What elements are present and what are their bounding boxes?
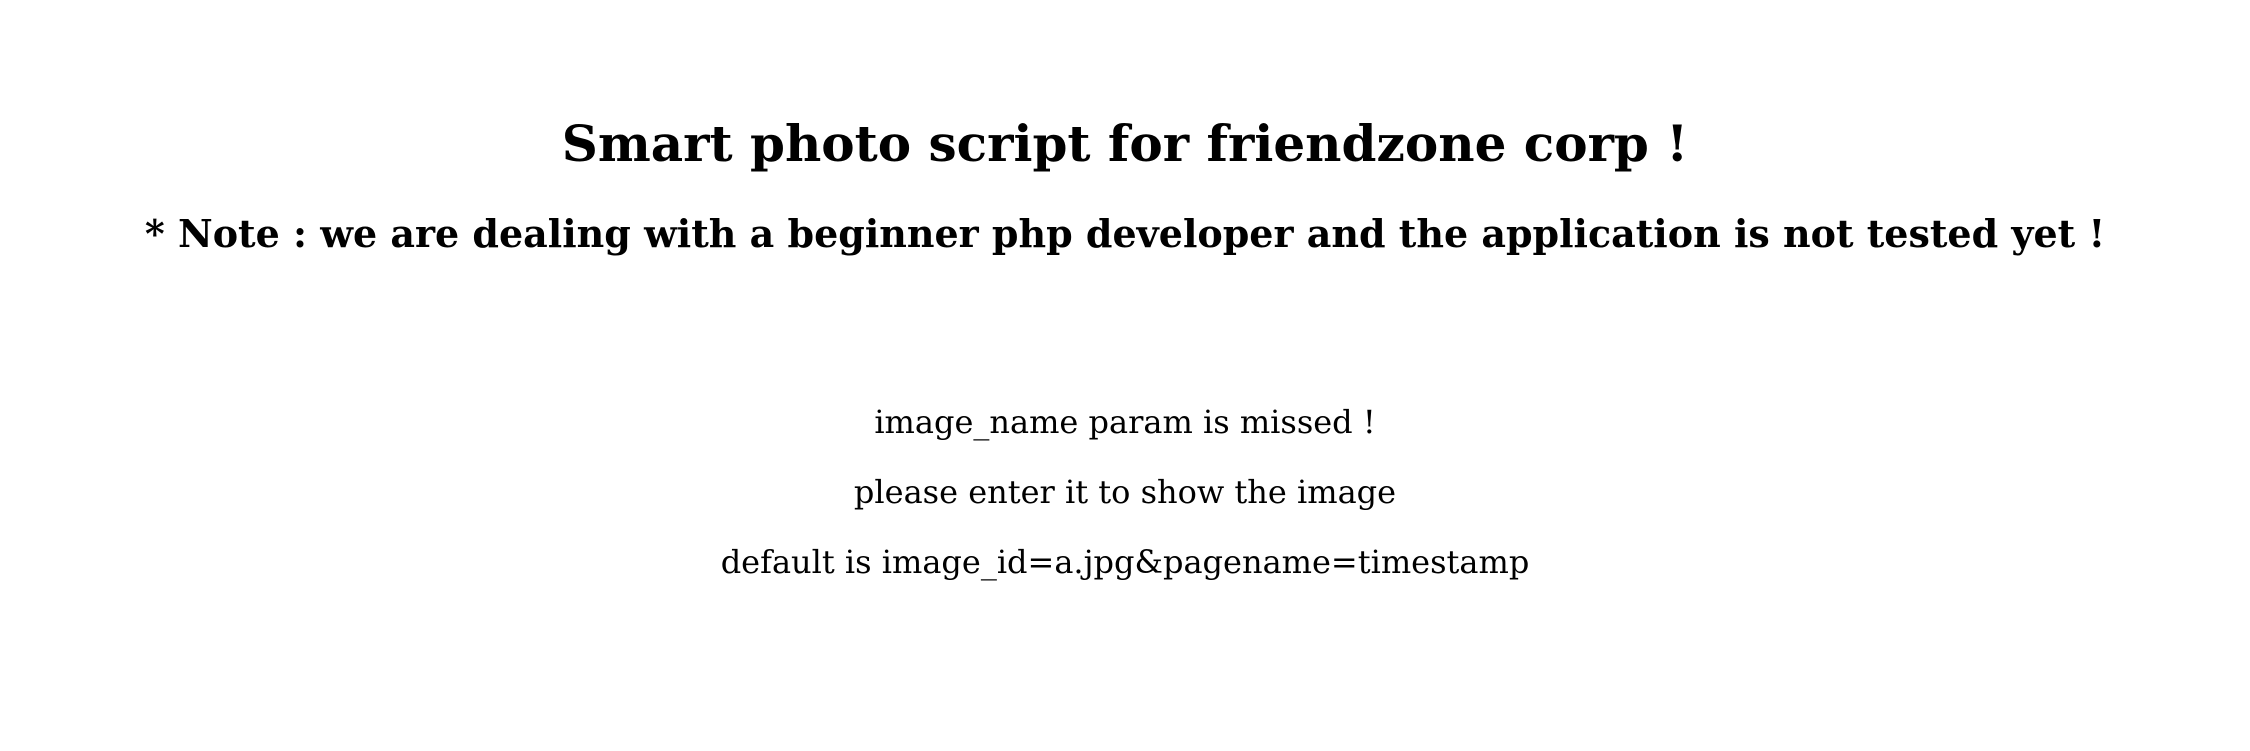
- page-title: Smart photo script for friendzone corp !: [561, 114, 1689, 173]
- developer-note: * Note : we are dealing with a beginner …: [144, 211, 2106, 256]
- error-message: image_name param is missed !: [874, 403, 1376, 441]
- instruction-message: please enter it to show the image: [853, 473, 1397, 511]
- page: Smart photo script for friendzone corp !…: [0, 0, 2250, 751]
- default-params-message: default is image_id=a.jpg&pagename=times…: [720, 543, 1530, 581]
